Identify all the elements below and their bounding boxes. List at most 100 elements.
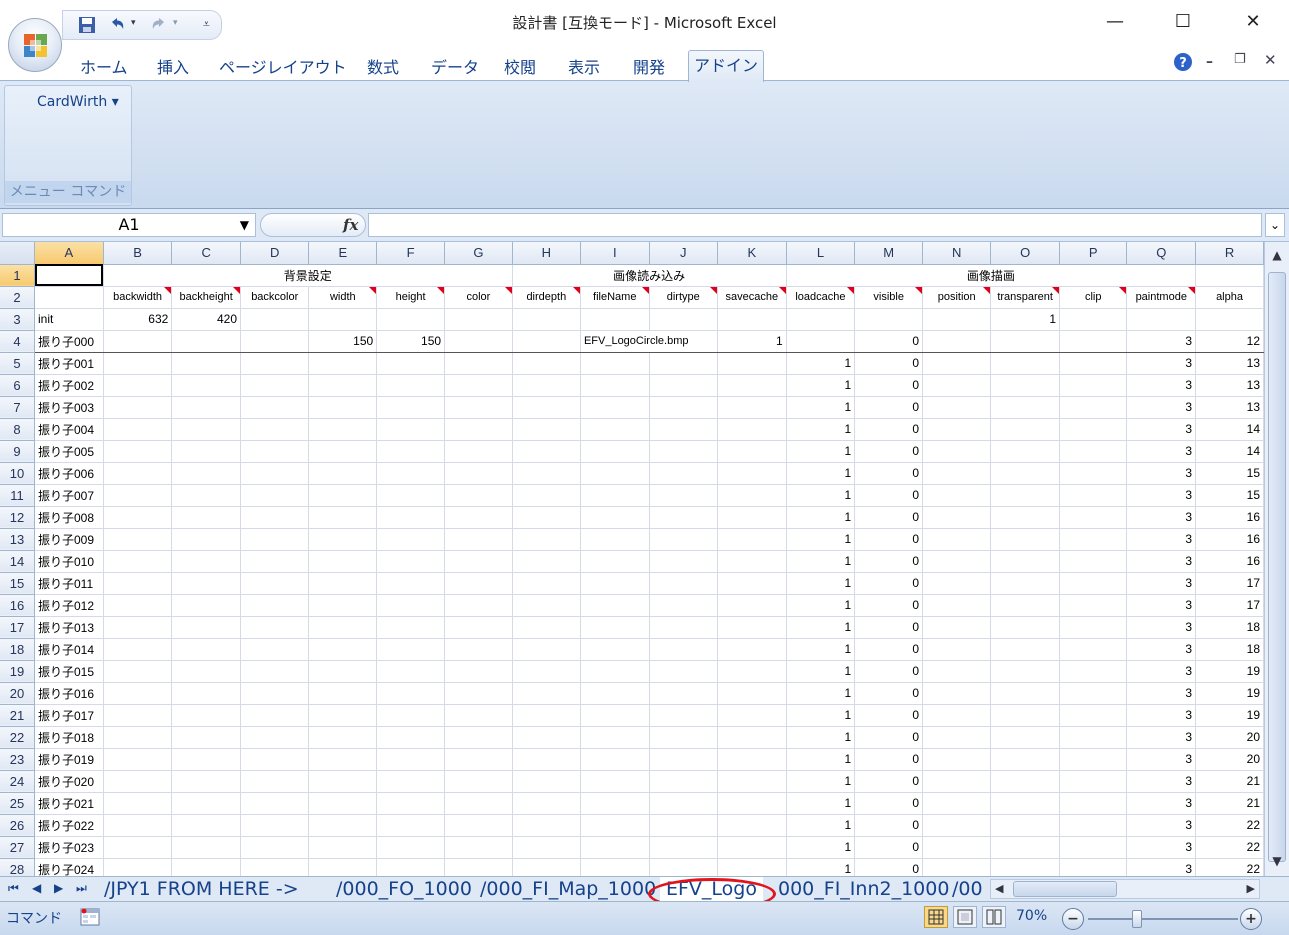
cell[interactable]: 13: [1195, 352, 1264, 375]
cell[interactable]: [240, 594, 310, 617]
scroll-right-icon[interactable]: ▶: [1247, 882, 1255, 895]
cell[interactable]: [717, 660, 787, 683]
cell[interactable]: 0: [854, 814, 924, 837]
cell-label[interactable]: 振り子015: [34, 660, 104, 683]
cell[interactable]: [786, 308, 856, 331]
cell[interactable]: [240, 638, 310, 661]
cell[interactable]: [990, 374, 1061, 397]
cell[interactable]: 22: [1195, 858, 1264, 876]
row-header[interactable]: 14: [0, 550, 35, 573]
cell-label[interactable]: 振り子024: [34, 858, 104, 876]
cell[interactable]: [649, 550, 718, 573]
cell[interactable]: [1059, 374, 1128, 397]
cell-label[interactable]: 振り子008: [34, 506, 104, 529]
cell[interactable]: [512, 484, 581, 507]
cell[interactable]: [171, 836, 241, 859]
cell[interactable]: 21: [1195, 770, 1264, 793]
column-header[interactable]: E: [308, 242, 378, 265]
cell[interactable]: [990, 550, 1061, 573]
cell[interactable]: 3: [1126, 484, 1197, 507]
cell[interactable]: 0: [854, 704, 924, 727]
cell[interactable]: 1: [786, 528, 856, 551]
cell[interactable]: [103, 374, 173, 397]
cell[interactable]: [512, 704, 581, 727]
cell-label[interactable]: 振り子001: [34, 352, 104, 375]
sheet-tab-jpy1[interactable]: /JPY1 FROM HERE ->: [104, 877, 299, 901]
column-header[interactable]: Q: [1126, 242, 1197, 265]
cell[interactable]: [990, 572, 1061, 595]
cell[interactable]: 0: [854, 440, 924, 463]
cell[interactable]: 3: [1126, 792, 1197, 815]
cell[interactable]: [512, 440, 581, 463]
cell[interactable]: [717, 550, 787, 573]
workbook-restore-icon[interactable]: ❐: [1234, 52, 1246, 67]
cell[interactable]: [786, 330, 856, 353]
cell[interactable]: [512, 418, 581, 441]
field-header[interactable]: savecache: [717, 286, 787, 309]
field-header[interactable]: position: [922, 286, 992, 309]
cell[interactable]: [649, 770, 718, 793]
tab-formulas[interactable]: 数式: [367, 54, 399, 78]
field-header[interactable]: backheight: [171, 286, 241, 309]
cell[interactable]: [171, 550, 241, 573]
cell[interactable]: 3: [1126, 682, 1197, 705]
row-header[interactable]: 1: [0, 264, 35, 287]
cell[interactable]: 0: [854, 572, 924, 595]
cell[interactable]: [34, 286, 104, 309]
cell[interactable]: [512, 528, 581, 551]
cell[interactable]: [990, 660, 1061, 683]
field-header[interactable]: height: [376, 286, 446, 309]
cell[interactable]: [444, 704, 513, 727]
cell[interactable]: [649, 396, 718, 419]
cell[interactable]: [922, 748, 992, 771]
cell[interactable]: [512, 770, 581, 793]
row-header[interactable]: 18: [0, 638, 35, 661]
cell[interactable]: [376, 814, 446, 837]
cell[interactable]: [376, 550, 446, 573]
cell[interactable]: [922, 352, 992, 375]
cell[interactable]: [1195, 264, 1264, 287]
zoom-in-button[interactable]: +: [1240, 908, 1262, 930]
cell-label[interactable]: 振り子004: [34, 418, 104, 441]
section-header-image-load[interactable]: 画像読み込み: [512, 264, 787, 287]
cell[interactable]: [444, 682, 513, 705]
cell[interactable]: [171, 770, 241, 793]
cell[interactable]: [1059, 836, 1128, 859]
scroll-left-icon[interactable]: ◀: [995, 882, 1003, 895]
cell[interactable]: [649, 792, 718, 815]
cell[interactable]: 20: [1195, 726, 1264, 749]
cell[interactable]: [103, 638, 173, 661]
cell[interactable]: [717, 308, 787, 331]
section-header-image-draw[interactable]: 画像描画: [786, 264, 1197, 287]
cell[interactable]: [308, 352, 378, 375]
cell[interactable]: 3: [1126, 858, 1197, 876]
cell[interactable]: [649, 308, 718, 331]
cell[interactable]: [376, 616, 446, 639]
cell[interactable]: [649, 616, 718, 639]
vertical-scrollbar[interactable]: ▲ ▼: [1264, 242, 1289, 876]
cell[interactable]: [1059, 352, 1128, 375]
cell[interactable]: 3: [1126, 418, 1197, 441]
cell[interactable]: 19: [1195, 682, 1264, 705]
cell[interactable]: [103, 792, 173, 815]
cell[interactable]: [1059, 462, 1128, 485]
cell[interactable]: 1: [786, 352, 856, 375]
cell[interactable]: [103, 836, 173, 859]
cell[interactable]: 3: [1126, 506, 1197, 529]
cell[interactable]: [922, 814, 992, 837]
cell[interactable]: [922, 594, 992, 617]
cell[interactable]: [240, 748, 310, 771]
cell[interactable]: 1: [786, 418, 856, 441]
cell-label[interactable]: 振り子010: [34, 550, 104, 573]
row-header[interactable]: 24: [0, 770, 35, 793]
page-break-view-button[interactable]: [982, 906, 1006, 928]
cell[interactable]: [171, 638, 241, 661]
tab-view[interactable]: 表示: [568, 54, 600, 78]
cell[interactable]: [1059, 506, 1128, 529]
row-header[interactable]: 22: [0, 726, 35, 749]
row-header[interactable]: 8: [0, 418, 35, 441]
cell[interactable]: [376, 638, 446, 661]
cell[interactable]: [512, 572, 581, 595]
cell[interactable]: [103, 330, 173, 353]
horizontal-scroll-thumb[interactable]: [1013, 881, 1117, 897]
